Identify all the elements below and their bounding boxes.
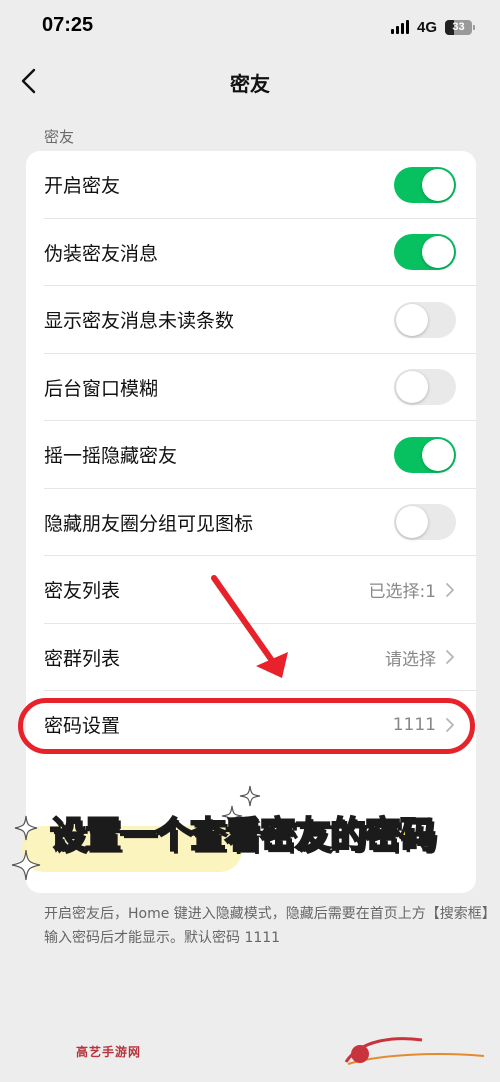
row-shake-to-hide: 摇一摇隐藏密友	[26, 421, 476, 489]
status-time: 07:25	[42, 14, 94, 36]
hide-moments-group-icon-toggle[interactable]	[394, 504, 456, 541]
footer-note: 开启密友后，Home 键进入隐藏模式，隐藏后需要在首页上方【搜索框】输入密码后才…	[44, 906, 489, 946]
row-label: 摇一摇隐藏密友	[44, 445, 178, 468]
disguise-messages-toggle[interactable]	[394, 234, 456, 271]
section-label: 密友	[44, 128, 75, 146]
network-type: 4G	[416, 18, 437, 36]
watermark-text: 高艺手游网	[76, 1045, 142, 1059]
page-title: 密友	[230, 72, 270, 96]
row-label: 密码设置	[44, 715, 121, 738]
row-enable-close-friends: 开启密友	[26, 151, 476, 219]
row-label: 隐藏朋友圈分组可见图标	[44, 512, 254, 535]
row-hide-moments-group-icon: 隐藏朋友圈分组可见图标	[26, 489, 476, 556]
watermark-logo	[344, 1037, 485, 1065]
row-label: 密友列表	[44, 580, 121, 603]
row-label: 密群列表	[44, 647, 121, 670]
row-background-blur: 后台窗口模糊	[26, 354, 476, 421]
row-label: 显示密友消息未读条数	[44, 310, 235, 333]
row-close-friends-list[interactable]: 密友列表 已选择:1	[26, 556, 476, 624]
chevron-right-icon	[446, 582, 454, 597]
battery-icon: 33	[445, 19, 475, 35]
show-unread-count-toggle[interactable]	[394, 301, 456, 338]
row-password-settings[interactable]: 密码设置 1111	[26, 691, 476, 759]
row-value: 1111	[392, 714, 436, 735]
navigation-bar: 密友	[0, 56, 500, 106]
row-value: 请选择	[385, 649, 436, 670]
row-label: 后台窗口模糊	[44, 377, 159, 400]
shake-to-hide-toggle[interactable]	[394, 436, 456, 473]
battery-level: 33	[452, 20, 465, 33]
row-disguise-messages: 伪装密友消息	[26, 219, 476, 286]
settings-card: 开启密友 伪装密友消息 显示密友消息未读条数 后台窗口模糊 摇一摇隐藏密友 隐藏…	[26, 151, 476, 893]
background-blur-toggle[interactable]	[394, 369, 456, 406]
row-label: 开启密友	[44, 175, 121, 198]
row-label: 伪装密友消息	[44, 242, 159, 265]
row-show-unread-count: 显示密友消息未读条数	[26, 286, 476, 354]
enable-close-friends-toggle[interactable]	[394, 166, 456, 203]
status-icons: 4G 33	[390, 17, 475, 37]
chevron-right-icon	[446, 650, 454, 665]
row-value: 已选择:1	[368, 582, 436, 603]
chevron-right-icon	[446, 717, 454, 732]
status-bar: 07:25 4G 33	[0, 0, 500, 56]
annotation-caption: 设置一个查看密友的密码	[49, 814, 437, 857]
row-close-groups-list[interactable]: 密群列表 请选择	[26, 624, 476, 691]
cellular-signal-icon	[390, 20, 409, 34]
